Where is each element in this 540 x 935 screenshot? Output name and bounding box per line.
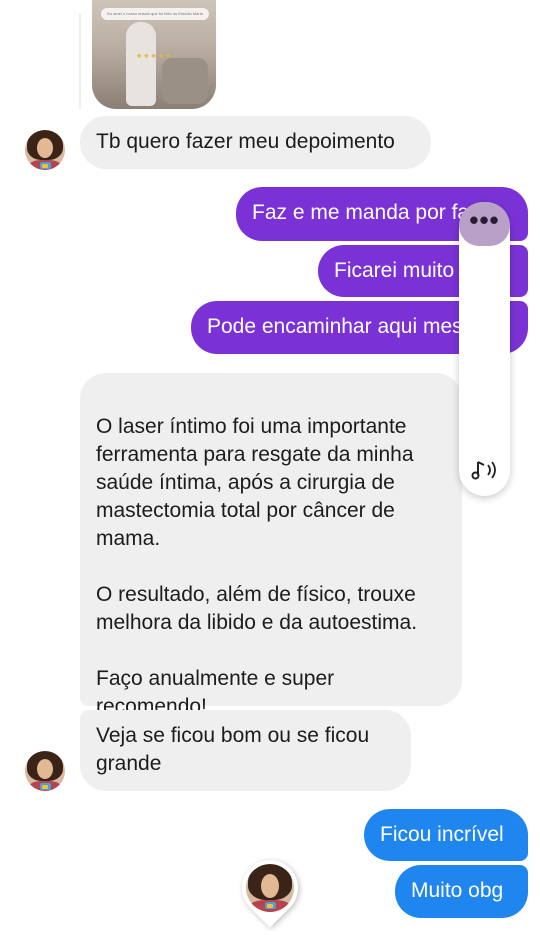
more-options-icon[interactable]: •••	[459, 202, 510, 246]
contact-avatar[interactable]	[25, 751, 65, 791]
chat-head-avatar[interactable]	[246, 864, 294, 912]
message-outgoing[interactable]: Ficou incrível	[364, 809, 528, 861]
message-text: Muito obg	[411, 879, 504, 902]
message-outgoing[interactable]: Muito obg	[395, 865, 528, 918]
contact-avatar[interactable]	[25, 130, 65, 170]
message-text: Ficou incrível	[380, 823, 504, 846]
music-note-icon[interactable]	[469, 458, 501, 482]
message-text: Pode encaminhar aqui mesmo	[207, 315, 492, 338]
message-text: O laser íntimo foi uma importante ferram…	[96, 415, 418, 718]
message-text: Veja se ficou bom ou se ficou grande	[96, 724, 370, 775]
photo-caption: Eu amei o nosso ensaio que foi feito no …	[101, 8, 209, 20]
message-text: Tb quero fazer meu depoimento	[96, 130, 395, 153]
floating-menu[interactable]: •••	[459, 202, 510, 496]
photo-figure	[126, 22, 156, 106]
message-incoming[interactable]: Veja se ficou bom ou se ficou grande	[80, 710, 411, 791]
photo-stars: ★★★★★	[136, 53, 173, 60]
shared-photo[interactable]: Eu amei o nosso ensaio que foi feito no …	[92, 0, 216, 109]
thread-line	[79, 14, 81, 109]
message-incoming[interactable]: O laser íntimo foi uma importante ferram…	[80, 373, 462, 718]
message-incoming[interactable]: Tb quero fazer meu depoimento	[80, 116, 431, 169]
photo-chair	[162, 58, 208, 104]
